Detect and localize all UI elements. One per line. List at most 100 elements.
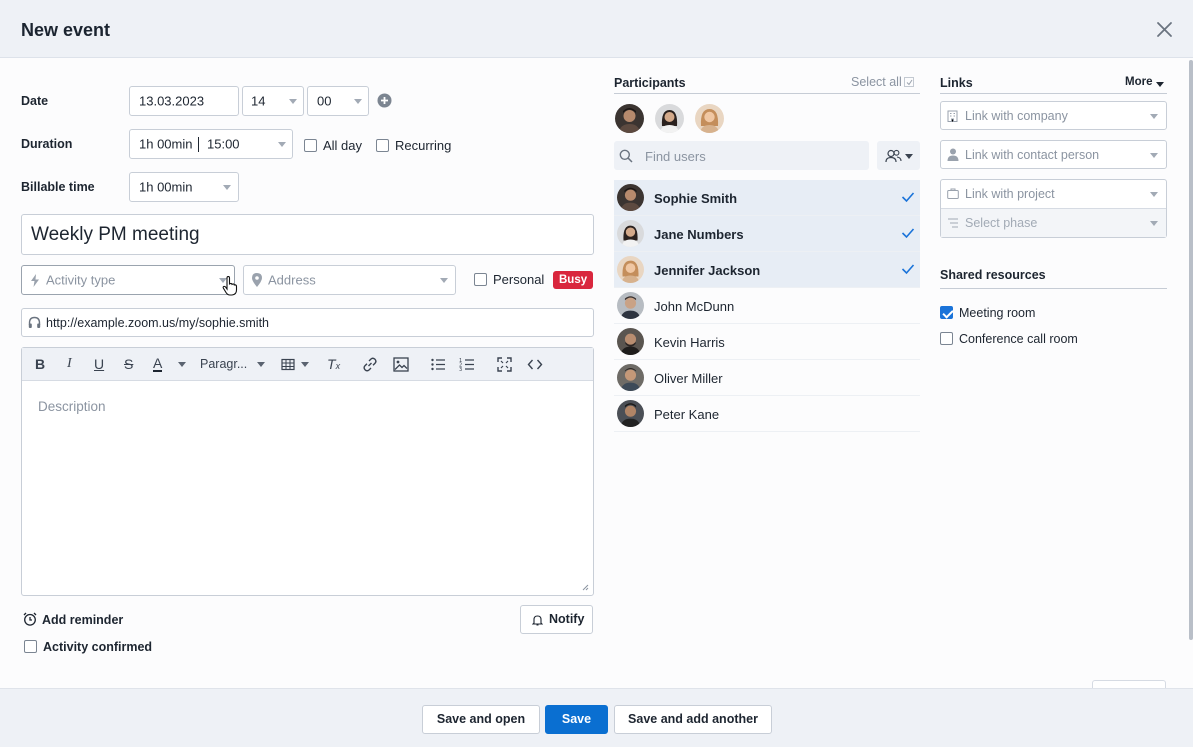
bell-icon	[532, 615, 543, 626]
avatar	[617, 184, 644, 211]
underline-icon[interactable]: U	[94, 356, 104, 373]
avatar	[617, 220, 644, 247]
participant-row[interactable]: Peter Kane	[614, 396, 920, 432]
meeting-room-checkbox[interactable]	[940, 306, 953, 319]
chevron-down-icon[interactable]	[257, 362, 265, 367]
minute-select[interactable]: 00	[307, 86, 369, 116]
personal-label: Personal	[493, 272, 545, 287]
numbered-list-icon[interactable]: 1 2 3	[459, 356, 475, 373]
select-all-checkbox[interactable]	[904, 77, 914, 87]
text-color-icon[interactable]: A	[153, 356, 163, 373]
date-input[interactable]: 13.03.2023	[129, 86, 239, 116]
avatar	[617, 328, 644, 355]
event-title-input[interactable]: Weekly PM meeting	[21, 214, 594, 255]
bullet-list-icon[interactable]	[430, 356, 446, 373]
meeting-url-input[interactable]: http://example.zoom.us/my/sophie.smith	[21, 308, 594, 337]
notify-label: Notify	[549, 612, 585, 626]
link-icon[interactable]	[362, 356, 378, 373]
more-menu[interactable]: More	[1125, 76, 1164, 88]
user-filter-button[interactable]	[877, 141, 920, 170]
duration-input[interactable]: 1h 00min 15:00	[129, 129, 293, 159]
add-file-button[interactable]	[1092, 680, 1166, 688]
avatar[interactable]	[615, 104, 644, 133]
find-users-input[interactable]: Find users	[614, 141, 869, 170]
italic-icon[interactable]: I	[67, 356, 72, 373]
notify-button[interactable]: Notify	[520, 605, 593, 634]
duration-value: 1h 00min	[139, 136, 193, 152]
close-icon[interactable]	[1156, 21, 1173, 38]
link-contact-select[interactable]: Link with contact person	[940, 140, 1167, 169]
link-project-select[interactable]: Link with project	[941, 180, 1166, 209]
participant-row[interactable]: Kevin Harris	[614, 324, 920, 360]
participant-name: John McDunn	[654, 299, 735, 314]
link-contact-placeholder: Link with contact person	[965, 147, 1100, 162]
avatar	[617, 400, 644, 427]
phase-icon	[948, 218, 958, 228]
chevron-down-icon	[354, 99, 362, 104]
conference-room-checkbox[interactable]	[940, 332, 953, 345]
save-button[interactable]: Save	[545, 705, 608, 734]
chevron-down-icon	[905, 154, 913, 159]
chevron-down-icon[interactable]	[301, 362, 309, 367]
hour-select[interactable]: 14	[242, 86, 304, 116]
participant-name: Sophie Smith	[654, 191, 738, 206]
participant-row[interactable]: Sophie Smith	[614, 180, 920, 216]
clear-format-icon[interactable]: Tx	[327, 356, 340, 373]
table-icon[interactable]	[281, 356, 295, 373]
code-icon[interactable]	[527, 356, 543, 373]
minute-value: 00	[317, 93, 332, 109]
link-company-select[interactable]: Link with company	[940, 101, 1167, 130]
description-placeholder[interactable]: Description	[38, 399, 106, 414]
bold-icon[interactable]: B	[35, 356, 45, 373]
hour-value: 14	[251, 93, 266, 109]
participant-row[interactable]: John McDunn	[614, 288, 920, 324]
billable-time-select[interactable]: 1h 00min	[129, 172, 239, 202]
alarm-clock-icon[interactable]	[23, 612, 37, 626]
fullscreen-icon[interactable]	[497, 356, 512, 373]
add-reminder-link[interactable]: Add reminder	[42, 613, 123, 627]
paragraph-format-select[interactable]: Paragr...	[200, 357, 247, 374]
avatar[interactable]	[695, 104, 724, 133]
chevron-down-icon	[1150, 192, 1158, 197]
all-day-checkbox[interactable]	[304, 139, 317, 152]
address-select[interactable]: Address	[243, 265, 456, 295]
check-icon	[906, 79, 913, 86]
participant-name: Kevin Harris	[654, 335, 725, 350]
dialog-footer: Save and open Save Save and add another	[0, 688, 1193, 747]
select-all-link[interactable]: Select all	[851, 75, 902, 89]
avatar[interactable]	[655, 104, 684, 133]
chevron-down-icon	[223, 185, 231, 190]
save-and-add-another-button[interactable]: Save and add another	[614, 705, 772, 734]
strikethrough-icon[interactable]: S	[124, 356, 133, 373]
activity-confirmed-checkbox[interactable]	[24, 640, 37, 653]
resize-handle-icon[interactable]	[582, 584, 589, 591]
participants-title: Participants	[614, 76, 686, 90]
chevron-down-icon[interactable]	[178, 362, 186, 367]
shared-resources-divider	[940, 288, 1167, 289]
avatar	[617, 292, 644, 319]
chevron-down-icon	[1150, 113, 1158, 119]
date-value: 13.03.2023	[139, 93, 205, 109]
participant-name: Oliver Miller	[654, 371, 723, 386]
participant-row[interactable]: Jennifer Jackson	[614, 252, 920, 288]
participant-row[interactable]: Oliver Miller	[614, 360, 920, 396]
participant-row[interactable]: Jane Numbers	[614, 216, 920, 252]
save-and-open-button[interactable]: Save and open	[422, 705, 540, 734]
link-project-placeholder: Link with project	[965, 187, 1055, 201]
add-time-icon[interactable]	[377, 93, 392, 108]
image-icon[interactable]	[393, 356, 409, 373]
lightning-icon	[31, 274, 39, 287]
activity-type-select[interactable]: Activity type	[21, 265, 235, 295]
personal-checkbox[interactable]	[474, 273, 487, 286]
meeting-room-label: Meeting room	[959, 306, 1036, 320]
select-phase-select[interactable]: Select phase	[941, 209, 1166, 237]
chevron-down-icon	[278, 142, 286, 147]
scrollbar[interactable]	[1189, 60, 1193, 640]
users-icon	[885, 149, 902, 163]
hand-cursor-icon	[222, 276, 238, 296]
busy-badge[interactable]: Busy	[553, 271, 594, 289]
chevron-down-icon	[1150, 221, 1158, 226]
recurring-checkbox[interactable]	[376, 139, 389, 152]
chevron-down-icon	[1150, 152, 1158, 158]
link-project-group: Link with project Select phase	[940, 179, 1167, 238]
